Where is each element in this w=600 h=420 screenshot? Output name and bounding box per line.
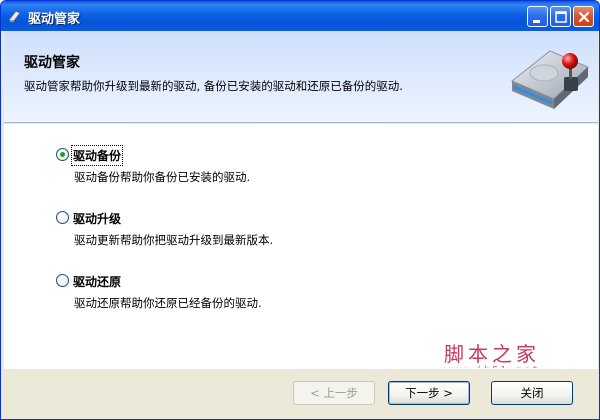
close-icon: [578, 11, 590, 23]
maximize-button[interactable]: [550, 6, 571, 27]
watermark-text: 脚本之家: [444, 342, 540, 366]
option-description: 驱动更新帮助你把驱动升级到最新版本.: [74, 233, 274, 247]
close-button[interactable]: 关闭: [491, 381, 573, 405]
title-bar[interactable]: 驱动管家: [1, 1, 599, 31]
dialog-window: 驱动管家 驱动管家 驱动管家帮助你升级到最新的驱动, 备份已安装的驱动和还原已备…: [0, 0, 600, 420]
option-description: 驱动还原帮助你还原已经备份的驱动.: [74, 296, 262, 310]
next-button[interactable]: 下一步 >: [388, 381, 470, 405]
window-title: 驱动管家: [28, 12, 81, 27]
close-window-button[interactable]: [573, 6, 594, 27]
wizard-header: 驱动管家 驱动管家帮助你升级到最新的驱动, 备份已安装的驱动和还原已备份的驱动.: [4, 31, 598, 123]
radio-upgrade[interactable]: [56, 211, 69, 224]
option-label[interactable]: 驱动升级: [73, 210, 121, 227]
hard-drive-icon: [504, 37, 594, 121]
option-description: 驱动备份帮助你备份已安装的驱动.: [74, 170, 251, 184]
option-label[interactable]: 驱动还原: [73, 273, 121, 290]
app-icon: [7, 8, 23, 24]
option-label[interactable]: 驱动备份: [70, 145, 124, 166]
header-title: 驱动管家: [24, 55, 80, 71]
back-button[interactable]: < 上一步: [293, 381, 375, 405]
wizard-content: 驱动备份 驱动备份帮助你备份已安装的驱动. 驱动升级 驱动更新帮助你把驱动升级到…: [4, 124, 598, 376]
header-description: 驱动管家帮助你升级到最新的驱动, 备份已安装的驱动和还原已备份的驱动.: [24, 79, 403, 93]
radio-restore[interactable]: [56, 274, 69, 287]
minimize-button[interactable]: [527, 6, 548, 27]
radio-backup[interactable]: [56, 148, 69, 161]
button-bar: < 上一步 下一步 > 关闭: [4, 368, 598, 419]
minimize-icon: [533, 20, 540, 23]
